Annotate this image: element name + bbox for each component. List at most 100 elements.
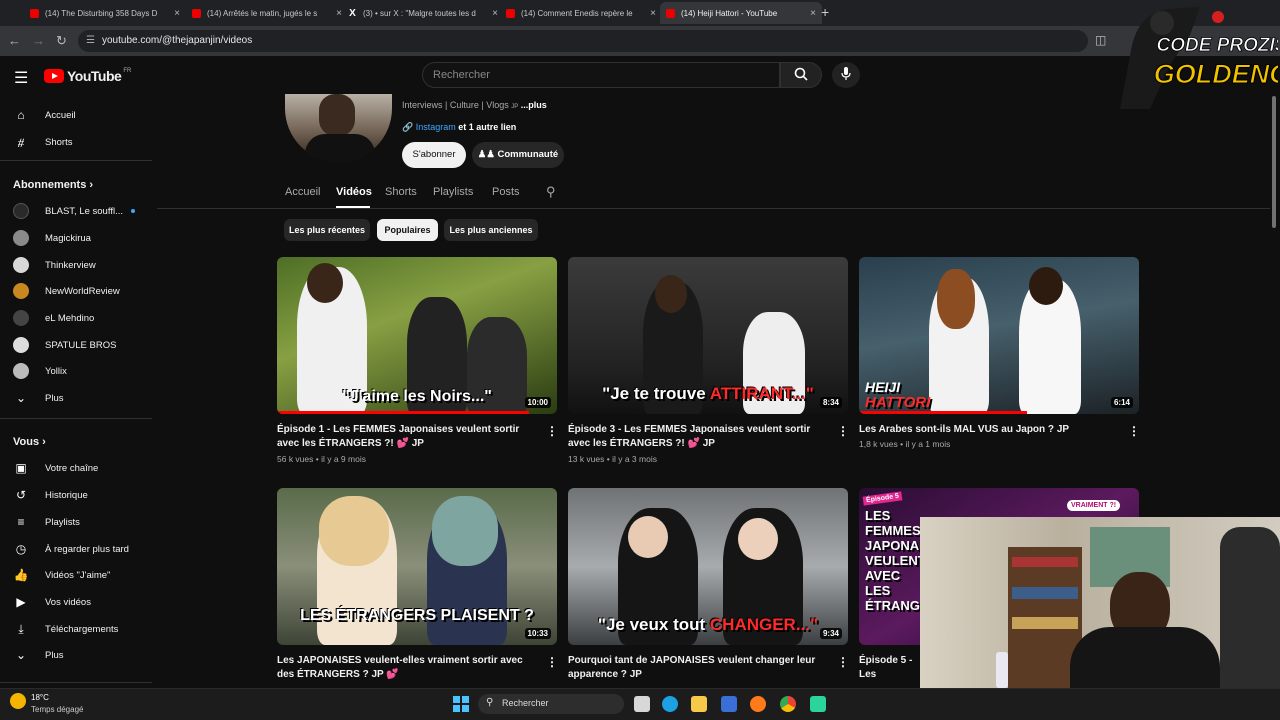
community-icon: ♟♟ <box>477 149 495 160</box>
menu-icon[interactable]: ☰ <box>14 68 28 88</box>
subscriptions-heading[interactable]: Abonnements › <box>13 179 93 191</box>
site-info-icon[interactable]: ☰ <box>86 35 95 46</box>
video-thumbnail[interactable]: HEIJI HATTORI 6:14 <box>859 257 1139 414</box>
avatar <box>13 203 29 219</box>
new-tab-button[interactable]: + <box>821 4 829 20</box>
video-title[interactable]: Épisode 5 - Les FEMMES Japonaises veulen… <box>859 654 921 682</box>
youtube-logo[interactable]: YouTube FR <box>44 68 131 84</box>
sidebar-item-more[interactable]: ⌄ Plus <box>13 644 149 666</box>
sidebar-item-home[interactable]: ⌂ Accueil <box>13 104 149 126</box>
thumbnail-person-head <box>738 518 778 560</box>
video-thumbnail[interactable]: "Je te trouve ATTIRANT..." 8:34 <box>568 257 848 414</box>
install-app-icon[interactable]: ◫ <box>1095 33 1106 47</box>
sidebar-item-watch-later[interactable]: ◷ À regarder plus tard <box>13 538 149 560</box>
channel-avatar[interactable] <box>285 94 392 162</box>
channel-search-icon[interactable]: ⚲ <box>546 184 556 200</box>
thumbnail-person-hair <box>937 269 975 329</box>
community-button[interactable]: ♟♟ Communauté <box>472 142 564 168</box>
windows-start-icon[interactable] <box>453 696 469 712</box>
subscribe-button[interactable]: S'abonner <box>402 142 466 168</box>
close-tab-icon[interactable]: × <box>810 8 816 19</box>
video-thumbnail[interactable]: "Je veux tout CHANGER..." 9:34 <box>568 488 848 645</box>
more-options-icon[interactable]: ⋮ <box>837 655 849 669</box>
more-options-icon[interactable]: ⋮ <box>1128 424 1140 438</box>
browser-tab-active[interactable]: (14) Heiji Hattori - YouTube × <box>660 2 822 24</box>
tab-posts[interactable]: Posts <box>492 186 520 198</box>
browser-tab[interactable]: X (3) • sur X : "Malgre toutes les d × <box>342 2 504 24</box>
download-icon: ⤓ <box>18 622 24 636</box>
weather-sun-icon[interactable] <box>10 693 26 709</box>
thumbnail-person-head <box>307 263 343 303</box>
sidebar-item-history[interactable]: ↺ Historique <box>13 484 149 506</box>
weather-temperature[interactable]: 18°C <box>31 693 49 702</box>
search-button[interactable] <box>780 62 822 88</box>
more-options-icon[interactable]: ⋮ <box>546 655 558 669</box>
forward-icon[interactable]: → <box>32 33 45 48</box>
tab-shorts[interactable]: Shorts <box>385 186 417 198</box>
tab-playlists[interactable]: Playlists <box>433 186 473 198</box>
sidebar-item-shorts[interactable]: ⧣ Shorts <box>13 131 149 153</box>
avatar-face <box>319 94 355 136</box>
close-tab-icon[interactable]: × <box>174 8 180 19</box>
more-options-icon[interactable]: ⋮ <box>546 424 558 438</box>
sidebar-item-playlists[interactable]: ≡ Playlists <box>13 511 149 533</box>
back-icon[interactable]: ← <box>8 33 21 48</box>
you-heading[interactable]: Vous › <box>13 436 46 448</box>
sidebar-sub-magickirua[interactable]: Magickirua <box>13 227 149 249</box>
task-view-icon[interactable] <box>634 696 650 712</box>
sidebar-item-downloads[interactable]: ⤓ Téléchargements <box>13 618 149 640</box>
browser-tab[interactable]: (14) Arrêtés le matin, jugés le s × <box>186 2 348 24</box>
reload-icon[interactable]: ↻ <box>56 33 67 49</box>
chrome-icon[interactable] <box>780 696 796 712</box>
chip-most-recent[interactable]: Les plus récentes <box>284 219 370 241</box>
sidebar-sub-newworldreview[interactable]: NewWorldReview <box>13 280 149 302</box>
sidebar-sub-spatule-bros[interactable]: SPATULE BROS <box>13 334 149 356</box>
browser-tab[interactable]: (14) Comment Enedis repère le × <box>500 2 662 24</box>
sidebar-sub-blast[interactable]: BLAST, Le souffl... <box>13 200 149 222</box>
sidebar-sub-yollix[interactable]: Yollix <box>13 360 149 382</box>
video-thumbnail[interactable]: "J'aime les Noirs..." 10:00 <box>277 257 557 414</box>
thumbnail-caption: "Je te trouve ATTIRANT..." <box>602 384 814 403</box>
browser-tab-bar: (14) The Disturbing 358 Days D × (14) Arr… <box>0 0 1280 26</box>
avatar <box>13 283 29 299</box>
chevron-down-icon: ⌄ <box>15 648 27 662</box>
scrollbar[interactable] <box>1272 96 1276 228</box>
edge-icon[interactable] <box>662 696 678 712</box>
sidebar-sub-elmehdino[interactable]: eL Mehdino <box>13 307 149 329</box>
chip-popular[interactable]: Populaires <box>377 219 438 241</box>
video-title[interactable]: Épisode 3 - Les FEMMES Japonaises veulen… <box>568 423 830 451</box>
more-options-icon[interactable]: ⋮ <box>837 424 849 438</box>
url-field[interactable]: ☰ youtube.com/@thejapanjin/videos <box>78 30 1088 52</box>
video-title[interactable]: Les JAPONAISES veulent-elles vraiment so… <box>277 654 539 682</box>
video-title[interactable]: Les Arabes sont-ils MAL VUS au Japon ? J… <box>859 423 1121 437</box>
search-input[interactable]: Rechercher <box>422 62 780 88</box>
sidebar-subs-more[interactable]: ⌄ Plus <box>13 387 149 409</box>
video-thumbnail[interactable]: LES ÉTRANGERS PLAISENT ? 10:33 <box>277 488 557 645</box>
playlists-icon: ≡ <box>17 515 25 529</box>
streaming-app-icon[interactable] <box>810 696 826 712</box>
voice-search-button[interactable] <box>832 62 860 88</box>
store-icon[interactable] <box>721 696 737 712</box>
close-tab-icon[interactable]: × <box>650 8 656 19</box>
like-icon: 👍 <box>13 568 29 582</box>
video-meta: 13 k vues • il y a 3 mois <box>568 454 657 464</box>
sidebar-item-your-channel[interactable]: ▣ Votre chaîne <box>13 457 149 479</box>
channel-icon: ▣ <box>15 461 27 475</box>
video-title[interactable]: Épisode 1 - Les FEMMES Japonaises veulen… <box>277 423 539 451</box>
file-explorer-icon[interactable] <box>691 696 707 712</box>
chip-oldest[interactable]: Les plus anciennes <box>444 219 538 241</box>
sidebar-sub-thinkerview[interactable]: Thinkerview <box>13 254 149 276</box>
tab-home[interactable]: Accueil <box>285 186 320 198</box>
taskbar-search[interactable]: ⚲ Rechercher <box>478 694 624 714</box>
channel-links[interactable]: 🔗 Instagram et 1 autre lien <box>402 122 516 133</box>
tab-videos[interactable]: Vidéos <box>336 186 372 198</box>
webcam-streamer-body <box>1070 627 1220 688</box>
video-title[interactable]: Pourquoi tant de JAPONAISES veulent chan… <box>568 654 830 682</box>
sidebar-item-your-videos[interactable]: ▶ Vos vidéos <box>13 591 149 613</box>
browser-tab[interactable]: (14) The Disturbing 358 Days D × <box>24 2 186 24</box>
channel-description[interactable]: Interviews | Culture | Vlogs JP ...plus <box>402 100 547 110</box>
close-tab-icon[interactable]: × <box>492 8 498 19</box>
weather-description[interactable]: Temps dégagé <box>31 705 83 714</box>
firefox-icon[interactable] <box>750 696 766 712</box>
sidebar-item-liked-videos[interactable]: 👍 Vidéos "J'aime" <box>13 564 149 586</box>
